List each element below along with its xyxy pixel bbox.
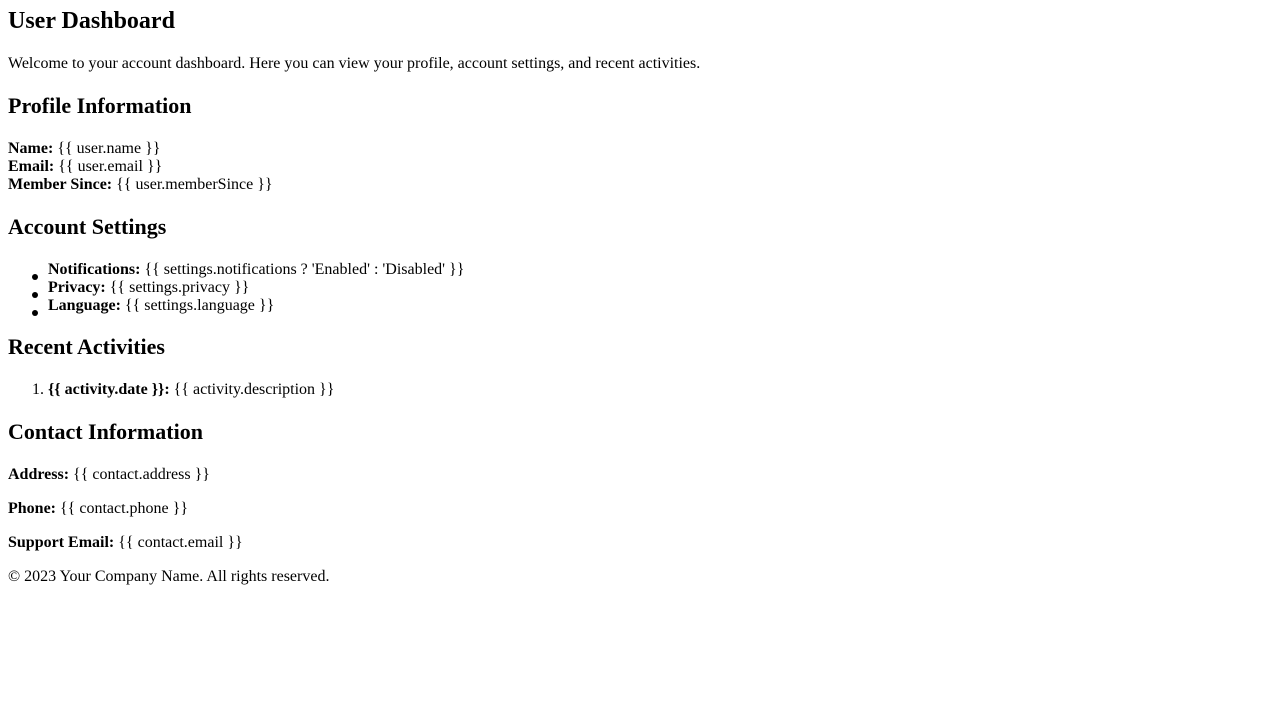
contact-value: {{ contact.phone }}	[60, 500, 189, 517]
profile-value: {{ user.memberSince }}	[116, 176, 273, 193]
contact-label: Address:	[8, 466, 70, 483]
contact-heading: Contact Information	[8, 419, 203, 444]
settings-label: Language:	[48, 297, 121, 314]
settings-label: Privacy:	[48, 279, 106, 296]
contact-value: {{ contact.address }}	[73, 466, 210, 483]
bullet-marker	[32, 285, 38, 303]
contact-row-phone: Phone: {{ contact.phone }}	[8, 500, 188, 518]
footer-copyright: © 2023 Your Company Name. All rights res…	[8, 568, 330, 585]
settings-value: {{ settings.language }}	[124, 297, 275, 314]
profile-heading: Profile Information	[8, 93, 192, 118]
contact-value: {{ contact.email }}	[118, 534, 243, 551]
settings-value: {{ settings.privacy }}	[109, 279, 250, 296]
settings-label: Notifications:	[48, 261, 141, 278]
profile-label: Member Since:	[8, 176, 113, 193]
profile-row-member-since: Member Since: {{ user.memberSince }}	[8, 176, 273, 194]
settings-item-notifications: Notifications: {{ settings.notifications…	[48, 261, 464, 279]
profile-row-email: Email: {{ user.email }}	[8, 158, 162, 176]
activity-description: {{ activity.description }}	[173, 381, 335, 398]
contact-row-support-email: Support Email: {{ contact.email }}	[8, 534, 243, 552]
bullet-marker	[32, 303, 38, 321]
profile-label: Name:	[8, 140, 54, 157]
contact-label: Phone:	[8, 500, 56, 517]
profile-value: {{ user.email }}	[58, 158, 163, 175]
settings-value: {{ settings.notifications ? 'Enabled' : …	[144, 261, 465, 278]
contact-row-address: Address: {{ contact.address }}	[8, 466, 210, 484]
settings-heading: Account Settings	[8, 214, 167, 239]
contact-label: Support Email:	[8, 534, 115, 551]
settings-item-privacy: Privacy: {{ settings.privacy }}	[48, 279, 249, 297]
profile-label: Email:	[8, 158, 55, 175]
activity-item: {{ activity.date }}: {{ activity.descrip…	[48, 381, 334, 399]
profile-row-name: Name: {{ user.name }}	[8, 140, 160, 158]
activities-heading: Recent Activities	[8, 334, 165, 359]
list-number: 1.	[32, 381, 44, 398]
intro-text: Welcome to your account dashboard. Here …	[8, 55, 701, 72]
profile-value: {{ user.name }}	[57, 140, 161, 157]
page-title: User Dashboard	[8, 8, 175, 34]
settings-item-language: Language: {{ settings.language }}	[48, 297, 274, 315]
bullet-marker	[32, 267, 38, 285]
activity-date: {{ activity.date }}:	[48, 381, 170, 398]
